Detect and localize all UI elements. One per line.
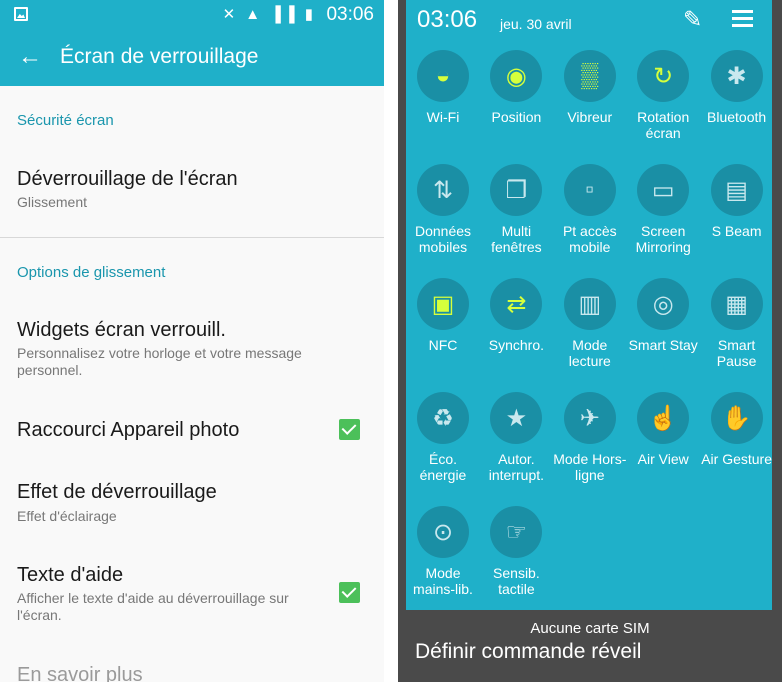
quick-toggle-smart-stay[interactable]: ◎ Smart Stay: [626, 278, 700, 353]
quick-toggle-label: Air View: [637, 451, 689, 467]
quick-toggle-label: NFC: [428, 337, 458, 353]
wifi-icon: ◒: [417, 50, 469, 102]
lock-screen-settings: ✕ ▲ ▐▐ ▮ 03:06 ← Écran de verrouillage S…: [0, 0, 384, 682]
power-saving-icon: ♻: [417, 392, 469, 444]
quick-toggle-vibrate[interactable]: ▒ Vibreur: [553, 50, 627, 125]
quick-toggle-label: Multi fenêtres: [491, 223, 542, 255]
quick-toggle-label: Synchro.: [488, 337, 545, 353]
sim-status: Aucune carte SIM: [530, 620, 650, 637]
quick-toggle-air-view[interactable]: ☝ Air View: [626, 392, 700, 467]
quick-toggle-label: Rotation écran: [637, 109, 690, 141]
star-icon: ★: [490, 392, 543, 444]
quick-toggle-label: Smart Stay: [628, 337, 698, 353]
quick-toggle-nfc[interactable]: ▣ NFC: [406, 278, 480, 353]
quick-toggle-wifi[interactable]: ◒ Wi-Fi: [406, 50, 480, 125]
sync-icon: ⇄: [490, 278, 543, 330]
help-text-checkbox[interactable]: [339, 582, 360, 603]
app-bar: ← Écran de verrouillage: [0, 30, 384, 86]
quick-toggle-label: Vibreur: [567, 109, 613, 125]
gallery-icon: [14, 7, 28, 21]
quick-settings-panel: 03:06 jeu. 30 avril ✎ ◒ Wi-Fi ◉ Position ▒ Vi…: [406, 0, 772, 610]
quick-toggle-label: Smart Pause: [716, 337, 757, 369]
air-gesture-icon: ✋: [710, 392, 763, 444]
list-view-icon[interactable]: [732, 10, 753, 28]
divider: [0, 237, 384, 238]
quick-toggle-label: Wi-Fi: [426, 109, 460, 125]
date: jeu. 30 avril: [500, 16, 572, 32]
quick-toggle-airplane[interactable]: ✈ Mode Hors-ligne: [553, 392, 627, 483]
quick-settings-screen: 03:06 jeu. 30 avril ✎ ◒ Wi-Fi ◉ Position ▒ Vi…: [398, 0, 782, 682]
setting-learn-more[interactable]: En savoir plus: [17, 664, 143, 682]
setting-subtitle: Personnalisez votre horloge et votre mes…: [17, 345, 302, 378]
setting-subtitle: Afficher le texte d'aide au déverrouilla…: [17, 590, 289, 623]
vibrate-icon: ▒: [563, 50, 616, 102]
quick-toggle-label: Bluetooth: [707, 109, 767, 125]
quick-toggle-s-beam[interactable]: ▤ S Beam: [700, 164, 774, 239]
quick-toggle-smart-pause[interactable]: ▦ Smart Pause: [700, 278, 774, 369]
location-icon: ◉: [490, 50, 543, 102]
nfc-icon: ▣: [417, 278, 469, 330]
quick-toggle-air-gesture[interactable]: ✋ Air Gesture: [700, 392, 774, 467]
quick-toggle-mobile-data[interactable]: ⇅ Données mobiles: [406, 164, 480, 255]
setting-subtitle: Effet d'éclairage: [17, 508, 117, 524]
screenshot-composite: ✕ ▲ ▐▐ ▮ 03:06 ← Écran de verrouillage S…: [0, 0, 782, 682]
quick-toggle-star[interactable]: ★ Autor. interrupt.: [479, 392, 553, 483]
quick-toggle-label: Éco. énergie: [419, 451, 467, 483]
page-title: Écran de verrouillage: [60, 45, 259, 68]
quick-toggle-multi-window[interactable]: ❐ Multi fenêtres: [479, 164, 553, 255]
quick-toggle-reading-mode[interactable]: ▥ Mode lecture: [553, 278, 627, 369]
setting-title: Effet de déverrouillage: [17, 481, 217, 503]
setting-title: Widgets écran verrouill.: [17, 319, 226, 341]
quick-toggle-rotation[interactable]: ↻ Rotation écran: [626, 50, 700, 141]
setting-title: Déverrouillage de l'écran: [17, 168, 238, 190]
quick-toggle-label: Mode lecture: [568, 337, 611, 369]
section-header-screen-security: Sécurité écran: [17, 112, 114, 129]
back-arrow-icon[interactable]: ←: [18, 43, 42, 71]
background-text: Définir commande réveil: [415, 640, 642, 663]
bluetooth-icon: ✱: [710, 50, 763, 102]
camera-shortcut-checkbox[interactable]: [339, 419, 360, 440]
status-icons: ✕ ▲ ▐▐ ▮: [222, 6, 316, 23]
quick-toggle-label: S Beam: [711, 223, 762, 239]
quick-toggle-label: Sensib. tactile: [493, 565, 540, 597]
hotspot-icon: ▫: [563, 164, 616, 216]
air-view-icon: ☝: [637, 392, 690, 444]
quick-toggle-power-saving[interactable]: ♻ Éco. énergie: [406, 392, 480, 483]
touch-sensitivity-icon: ☞: [490, 506, 543, 558]
section-header-swipe-options: Options de glissement: [17, 264, 166, 281]
quick-toggle-sync[interactable]: ⇄ Synchro.: [479, 278, 553, 353]
screen-mirroring-icon: ▭: [637, 164, 690, 216]
rotation-icon: ↻: [637, 50, 690, 102]
quick-toggle-location[interactable]: ◉ Position: [479, 50, 553, 125]
multi-window-icon: ❐: [490, 164, 543, 216]
quick-toggle-label: Air Gesture: [701, 451, 772, 467]
setting-title: Texte d'aide: [17, 564, 124, 586]
quick-toggle-label: Autor. interrupt.: [488, 451, 545, 483]
quick-toggle-label: Données mobiles: [414, 223, 472, 255]
quick-toggle-hotspot[interactable]: ▫ Pt accès mobile: [553, 164, 627, 255]
s-beam-icon: ▤: [710, 164, 763, 216]
quick-toggle-label: Position: [491, 109, 542, 125]
status-bar: ✕ ▲ ▐▐ ▮ 03:06: [0, 0, 384, 30]
edit-pencil-icon[interactable]: ✎: [683, 6, 702, 33]
reading-mode-icon: ▥: [563, 278, 616, 330]
quick-toggle-label: Mode Hors-ligne: [553, 451, 627, 483]
quick-toggle-label: Pt accès mobile: [562, 223, 617, 255]
smart-pause-icon: ▦: [710, 278, 763, 330]
setting-subtitle: Glissement: [17, 194, 88, 210]
clock: 03:06: [417, 6, 478, 33]
quick-toggle-label: Mode mains-lib.: [413, 565, 473, 597]
quick-toggle-bluetooth[interactable]: ✱ Bluetooth: [700, 50, 774, 125]
status-time: 03:06: [326, 4, 374, 25]
quick-toggle-touch-sensitivity[interactable]: ☞ Sensib. tactile: [479, 506, 553, 597]
mobile-data-icon: ⇅: [417, 164, 469, 216]
smart-stay-icon: ◎: [637, 278, 690, 330]
quick-toggle-screen-mirroring[interactable]: ▭ Screen Mirroring: [626, 164, 700, 255]
setting-title: Raccourci Appareil photo: [17, 419, 240, 441]
steering-wheel-icon: ⊙: [417, 506, 469, 558]
quick-toggle-label: Screen Mirroring: [635, 223, 691, 255]
quick-toggle-steering-wheel[interactable]: ⊙ Mode mains-lib.: [406, 506, 480, 597]
airplane-icon: ✈: [563, 392, 616, 444]
